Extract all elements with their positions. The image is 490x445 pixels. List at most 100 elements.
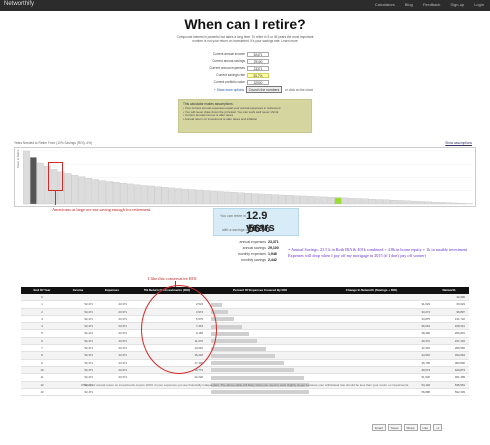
chart-bar[interactable] (85, 178, 93, 205)
chart-bar[interactable] (196, 189, 203, 205)
chart-bar[interactable] (320, 196, 328, 205)
chart-bar[interactable] (113, 182, 120, 205)
chart-bar[interactable] (126, 183, 134, 205)
chart-bar[interactable] (424, 201, 432, 205)
chart-bar[interactable] (133, 184, 141, 205)
savings-rate-label: Current savings rate (216, 73, 245, 77)
cell-year: 6 (41, 338, 43, 343)
form-row-savings: Current annual savings 29100 (180, 58, 300, 65)
share-plusone-button[interactable]: +1 (433, 424, 443, 431)
nav-link-blog[interactable]: Blog (405, 2, 413, 7)
form-row-portfolio: Current portfolio value 32000 (180, 79, 300, 86)
chart-bar[interactable] (120, 182, 127, 205)
col-header-networth[interactable]: Networth (433, 287, 469, 294)
chart-bar[interactable] (410, 200, 418, 205)
chart-bar[interactable] (417, 201, 425, 205)
col-header-change[interactable]: Change In Networth (Savings + ROI) (313, 287, 433, 294)
share-tweet-button[interactable]: Tweet (387, 424, 402, 431)
chart-bar[interactable] (452, 202, 460, 205)
chart-bar[interactable] (438, 202, 446, 205)
expenses-input[interactable]: 23371 (247, 65, 269, 71)
chart-bar[interactable] (286, 195, 293, 205)
chart-bar[interactable] (300, 195, 307, 205)
cell-income: 52,471 (84, 353, 93, 358)
chart-bar[interactable] (99, 180, 106, 205)
cell-expenses: 23,371 (118, 302, 127, 307)
col-header-income[interactable]: Income (63, 287, 97, 294)
crunch-button[interactable]: Crunch the numbers (246, 86, 282, 93)
chart-bar[interactable] (216, 191, 224, 205)
nav-links: Calculators Blog Feedback Sign-up Login (375, 2, 484, 7)
chart-bar[interactable] (175, 188, 183, 205)
chart-bar[interactable] (390, 199, 397, 205)
chart-bar[interactable] (64, 173, 72, 205)
income-input[interactable]: 52471 (247, 51, 269, 57)
chart-bar[interactable] (251, 193, 259, 205)
cell-networth: 206,801 (454, 331, 465, 336)
chart-bar[interactable] (78, 176, 86, 205)
chart-bar[interactable] (182, 188, 190, 205)
chart-bar[interactable] (431, 201, 439, 205)
chart-bar[interactable] (230, 192, 238, 205)
chart-bar[interactable] (459, 203, 466, 205)
chart-bar[interactable] (223, 191, 231, 205)
chart-bar[interactable] (92, 179, 100, 205)
chart-bar[interactable] (36, 162, 44, 205)
col-header-expenses[interactable]: Expenses (97, 287, 131, 294)
chart-bar[interactable] (210, 190, 217, 205)
cell-pct (207, 352, 313, 358)
share-email-button[interactable]: Email (372, 424, 386, 431)
col-header-pct[interactable]: Percent Of Expenses Covered By ROI (207, 287, 313, 294)
nav-link-login[interactable]: Login (474, 2, 484, 7)
chart-bar[interactable] (348, 198, 356, 205)
chart-bar[interactable] (154, 186, 162, 205)
chart-bar[interactable] (140, 185, 148, 205)
chart-bar[interactable] (265, 194, 273, 205)
col-header-year[interactable]: End Of Year (21, 287, 63, 294)
chart-bar[interactable] (237, 192, 245, 205)
chart-bar[interactable] (203, 190, 210, 205)
chart-bar[interactable] (71, 174, 79, 205)
portfolio-input[interactable]: 32000 (247, 79, 269, 85)
cell-income: 52,471 (84, 360, 93, 365)
expenses-note: Expenses will drop when I pay off my mor… (288, 253, 426, 258)
chart-bar[interactable] (293, 195, 300, 205)
chart-bar[interactable] (161, 187, 169, 205)
share-facebook-button[interactable]: Share (403, 424, 418, 431)
nav-link-signup[interactable]: Sign-up (450, 2, 464, 7)
chart-bar[interactable] (341, 197, 349, 205)
chart-bar[interactable] (376, 199, 383, 205)
chart-bar[interactable] (403, 200, 411, 205)
chart-svg[interactable] (15, 148, 477, 208)
chart-bar[interactable] (30, 157, 37, 205)
chart-bar[interactable] (23, 150, 30, 205)
share-like-button[interactable]: Like (419, 424, 432, 431)
chart-bar[interactable] (189, 189, 196, 205)
portfolio-label: Current portfolio value (213, 80, 245, 84)
chart-bar[interactable] (306, 196, 314, 205)
chart-bar[interactable] (244, 193, 252, 205)
chart-bar[interactable] (313, 196, 321, 205)
chart-bar[interactable] (106, 181, 113, 205)
chart-bar[interactable] (396, 200, 404, 205)
chart-bar[interactable] (168, 187, 176, 205)
chart-bar[interactable] (355, 198, 363, 205)
chart-bar[interactable] (445, 202, 453, 205)
years-to-retire-chart[interactable]: Years to Retire (14, 147, 476, 207)
chart-bar[interactable] (279, 194, 286, 205)
chart-bar[interactable] (369, 199, 376, 205)
brand-logo[interactable]: Networthify (4, 1, 34, 7)
savings-input[interactable]: 29100 (247, 58, 269, 64)
chart-bar[interactable] (272, 194, 280, 205)
chart-bar[interactable] (258, 193, 266, 205)
chart-bar[interactable] (327, 197, 335, 205)
chart-bar[interactable] (383, 199, 390, 205)
chart-bar[interactable] (147, 185, 155, 205)
more-options-link[interactable]: + Show more options (214, 88, 244, 92)
chart-bar[interactable] (362, 198, 370, 205)
savings-rate-input[interactable]: 55.7% (247, 72, 269, 78)
chart-bar[interactable] (334, 197, 342, 205)
show-assumptions-link[interactable]: Show assumptions (445, 141, 472, 145)
nav-link-calculators[interactable]: Calculators (375, 2, 395, 7)
nav-link-feedback[interactable]: Feedback (423, 2, 441, 7)
